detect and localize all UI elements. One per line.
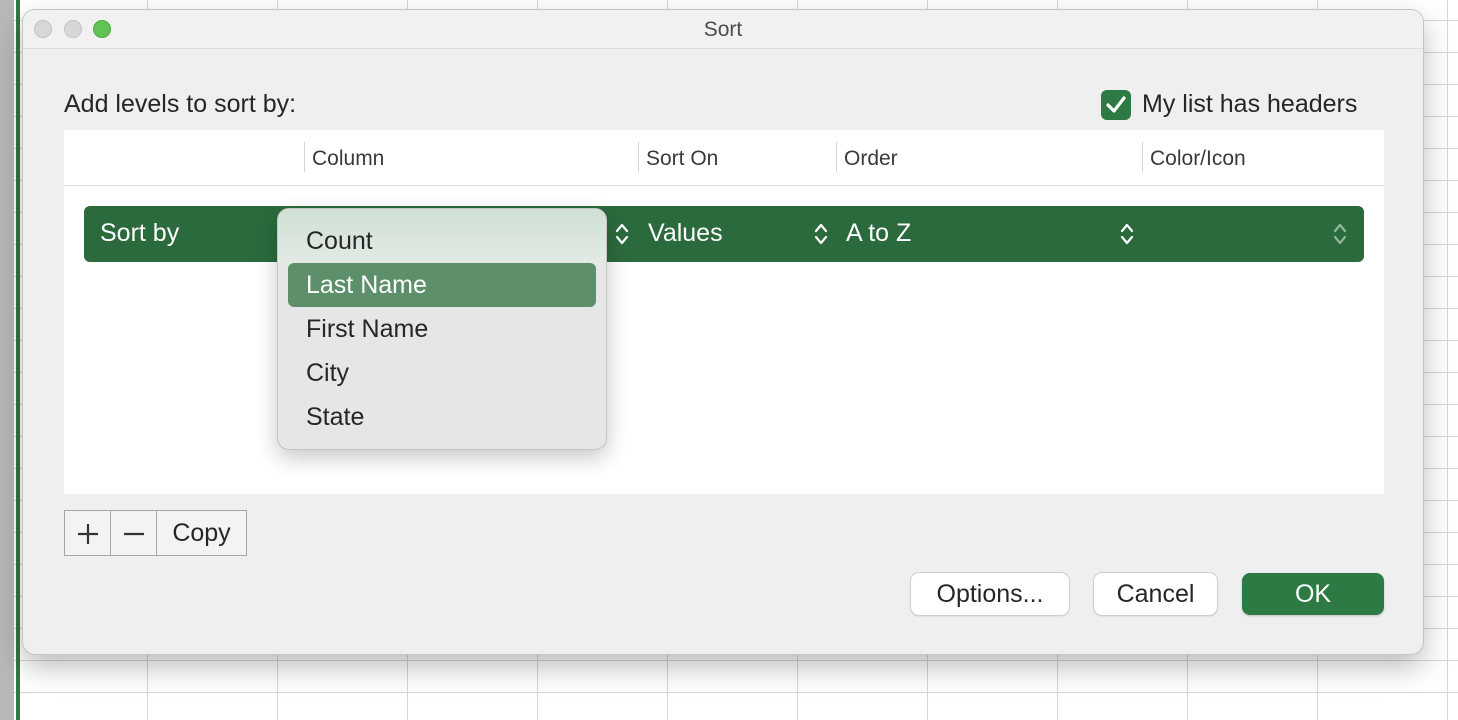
sort-on-select[interactable]: Values [648, 219, 723, 248]
column-separator [836, 142, 837, 172]
dropdown-item-count[interactable]: Count [288, 219, 596, 263]
column-header-column: Column [312, 147, 385, 170]
sheet-selection-line [16, 0, 20, 720]
add-level-button[interactable] [64, 510, 111, 556]
headers-checkbox-label[interactable]: My list has headers [1142, 90, 1357, 119]
title-bar: Sort [23, 10, 1423, 49]
minus-icon [124, 532, 144, 536]
column-stepper-icon[interactable] [614, 220, 630, 248]
column-separator [638, 142, 639, 172]
column-header-color-icon: Color/Icon [1150, 147, 1246, 170]
dropdown-item-last-name[interactable]: Last Name [288, 263, 596, 307]
sort-dialog: Sort Add levels to sort by: My list has … [23, 10, 1423, 654]
sheet-left-edge [0, 0, 14, 720]
sort-on-stepper-icon[interactable] [813, 220, 829, 248]
color-icon-stepper-icon[interactable] [1332, 220, 1348, 248]
copy-level-button[interactable]: Copy [156, 510, 247, 556]
cancel-button[interactable]: Cancel [1094, 573, 1217, 615]
sort-levels-table: Column Sort On Order Color/Icon Sort by … [64, 130, 1384, 494]
dropdown-item-city[interactable]: City [288, 351, 596, 395]
column-dropdown-menu: Count Last Name First Name City State [277, 208, 607, 450]
add-levels-label: Add levels to sort by: [64, 90, 297, 118]
window-title: Sort [703, 18, 743, 41]
options-button[interactable]: Options... [911, 573, 1069, 615]
dropdown-item-state[interactable]: State [288, 395, 596, 439]
checkmark-icon [1106, 96, 1126, 113]
order-select[interactable]: A to Z [846, 219, 911, 248]
ok-button[interactable]: OK [1242, 573, 1384, 615]
remove-level-button[interactable] [110, 510, 157, 556]
sort-by-label: Sort by [100, 219, 180, 247]
column-header-order: Order [844, 147, 898, 170]
column-separator [304, 142, 305, 172]
column-separator [1142, 142, 1143, 172]
order-stepper-icon[interactable] [1119, 220, 1135, 248]
plus-icon [78, 524, 98, 544]
column-header-sort-on: Sort On [646, 147, 719, 170]
headers-checkbox[interactable] [1101, 90, 1131, 120]
dropdown-item-first-name[interactable]: First Name [288, 307, 596, 351]
sort-level-row[interactable]: Sort by Values A to Z [84, 206, 1364, 262]
column-headers: Column Sort On Order Color/Icon [64, 130, 1384, 186]
